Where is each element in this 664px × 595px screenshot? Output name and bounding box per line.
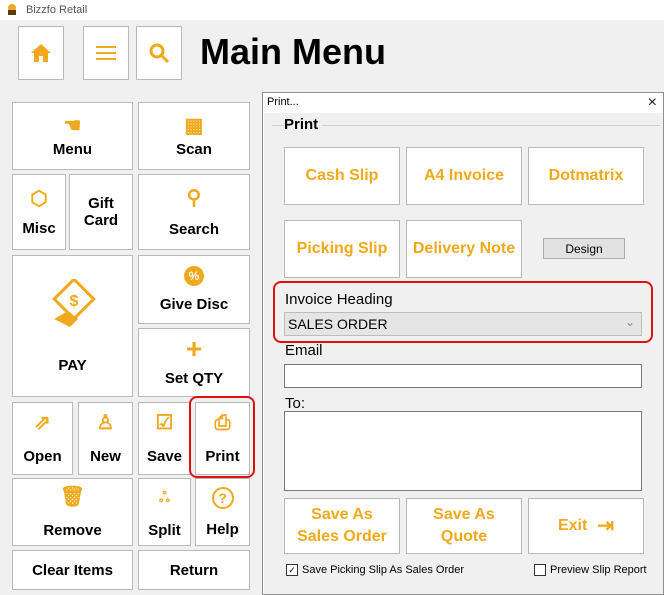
split-tile[interactable]: ஃ Split	[138, 478, 191, 546]
delivery-note-button[interactable]: Delivery Note	[406, 220, 522, 278]
open-tile[interactable]: ⇗ Open	[12, 402, 73, 475]
box-icon: ⬡	[30, 187, 48, 210]
home-icon	[31, 44, 51, 62]
menu-tile[interactable]: ☚ Menu	[12, 102, 133, 170]
print-dialog: Print... × Print Cash Slip A4 Invoice Do…	[262, 92, 664, 595]
email-label: Email	[285, 342, 323, 359]
page-title: Main Menu	[200, 31, 386, 72]
help-icon: ?	[211, 486, 234, 509]
preview-slip-label: Preview Slip Report	[550, 564, 647, 576]
new-tile[interactable]: ♙ New	[78, 402, 133, 475]
add-user-icon: ♙	[96, 412, 115, 434]
search-button[interactable]	[136, 26, 182, 80]
email-field[interactable]	[284, 364, 642, 388]
preview-slip-checkbox[interactable]: Preview Slip Report	[534, 564, 647, 576]
a4-invoice-button[interactable]: A4 Invoice	[406, 147, 522, 205]
split-icon: ஃ	[159, 488, 170, 505]
return-tile[interactable]: Return	[138, 550, 250, 590]
open-folder-icon: ⇗	[34, 412, 51, 434]
close-icon[interactable]: ×	[648, 94, 657, 112]
menu-hand-icon: ☚	[63, 114, 82, 137]
help-tile[interactable]: ? Help	[195, 478, 250, 546]
exit-door-icon: ⇥	[597, 515, 615, 537]
save-picking-checkbox[interactable]: ✓ Save Picking Slip As Sales Order	[286, 564, 464, 576]
misc-tile[interactable]: ⬡ Misc	[12, 174, 66, 250]
to-label: To:	[285, 395, 306, 412]
cash-slip-button[interactable]: Cash Slip	[284, 147, 400, 205]
clear-items-tile[interactable]: Clear Items	[12, 550, 133, 590]
save-as-quote-button[interactable]: Save As Quote	[406, 498, 522, 554]
checkbox-empty-icon	[534, 564, 546, 576]
list-button[interactable]	[83, 26, 129, 80]
app-title: Bizzfo Retail	[26, 4, 88, 16]
home-button[interactable]	[18, 26, 64, 80]
search-tile[interactable]: ⚲ Search	[138, 174, 250, 250]
search-icon	[149, 43, 170, 64]
print-highlight	[189, 396, 255, 478]
print-group-label: Print	[284, 116, 323, 133]
dotmatrix-button[interactable]: Dotmatrix	[528, 147, 644, 205]
pay-tile[interactable]: $ PAY	[12, 255, 133, 397]
remove-tile[interactable]: 🗑 Remove	[12, 478, 133, 546]
picking-slip-button[interactable]: Picking Slip	[284, 220, 400, 278]
scan-tile[interactable]: ▦ Scan	[138, 102, 250, 170]
discount-icon: %	[184, 266, 204, 286]
dialog-body: Print Cash Slip A4 Invoice Dotmatrix Pic…	[264, 113, 663, 594]
plus-icon: +	[185, 333, 203, 364]
checkbox-checked-icon: ✓	[286, 564, 298, 576]
pay-icon: $	[51, 278, 96, 327]
trash-icon: 🗑	[59, 485, 86, 508]
give-disc-tile[interactable]: % Give Disc	[138, 255, 250, 324]
save-tile[interactable]: ☑ Save	[138, 402, 191, 475]
svg-text:$: $	[69, 293, 78, 310]
set-qty-tile[interactable]: + Set QTY	[138, 328, 250, 397]
app-logo-icon	[8, 4, 16, 15]
to-textarea[interactable]	[284, 411, 642, 491]
checkbox-save-icon: ☑	[155, 412, 174, 434]
exit-button[interactable]: Exit ⇥	[528, 498, 644, 554]
design-button[interactable]: Design	[543, 238, 625, 259]
save-as-sales-order-button[interactable]: Save As Sales Order	[284, 498, 400, 554]
qr-code-icon: ▦	[184, 114, 204, 137]
app-titlebar: Bizzfo Retail	[0, 0, 664, 20]
search-icon: ⚲	[186, 186, 202, 209]
gift-card-tile[interactable]: Gift Card	[69, 174, 133, 250]
invoice-heading-highlight	[273, 281, 653, 343]
dialog-title: Print...	[267, 96, 299, 108]
exit-label: Exit	[557, 517, 588, 534]
list-icon	[96, 46, 116, 60]
save-picking-label: Save Picking Slip As Sales Order	[302, 564, 465, 576]
